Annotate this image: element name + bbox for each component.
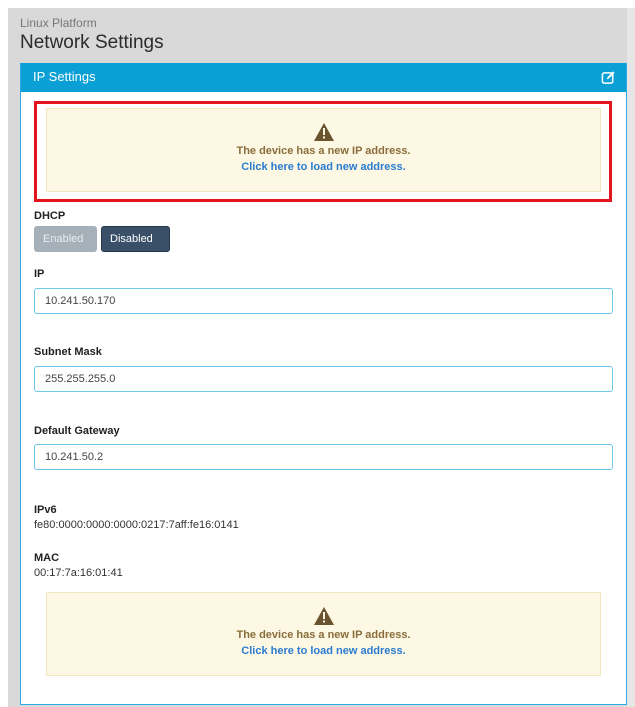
platform-subtitle: Linux Platform [20,16,97,30]
dhcp-disabled-button[interactable]: Disabled [101,226,170,252]
default-gateway-label: Default Gateway [34,425,120,437]
edit-icon[interactable] [601,70,616,85]
panel-header: IP Settings [21,63,626,92]
mac-value: 00:17:7a:16:01:41 [34,567,123,579]
warning-icon [313,607,334,625]
default-gateway-input[interactable]: 10.241.50.2 [34,444,613,470]
ipv6-value: fe80:0000:0000:0000:0217:7aff:fe16:0141 [34,519,239,531]
dhcp-enabled-button[interactable]: Enabled [34,226,97,252]
subnet-mask-label: Subnet Mask [34,346,102,358]
new-ip-alert-bottom: The device has a new IP address. Click h… [46,592,601,676]
load-new-address-link[interactable]: Click here to load new address. [47,645,600,657]
right-edge-bar [627,8,635,707]
alert-message: The device has a new IP address. [236,629,411,641]
highlight-box [34,101,612,202]
mac-label: MAC [34,552,60,564]
ip-input[interactable]: 10.241.50.170 [34,288,613,314]
subnet-mask-input[interactable]: 255.255.255.0 [34,366,613,392]
ipv6-label: IPv6 [34,504,57,516]
ip-label: IP [34,268,45,280]
page-title: Network Settings [20,32,164,53]
panel-title: IP Settings [33,69,96,84]
dhcp-label: DHCP [34,210,66,222]
